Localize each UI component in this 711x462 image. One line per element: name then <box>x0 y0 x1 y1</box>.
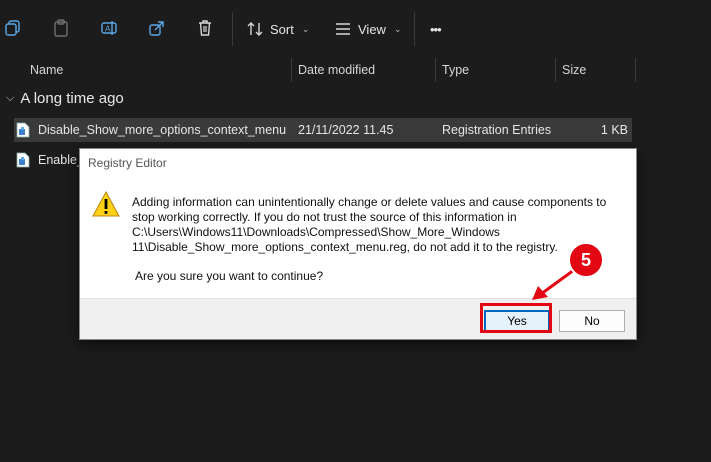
dialog-message-line: stop working correctly. If you do not tr… <box>132 210 517 224</box>
group-header[interactable]: ⌵ A long time ago <box>6 90 124 107</box>
file-name: Enable_ <box>38 153 84 167</box>
column-divider[interactable] <box>635 58 636 82</box>
chevron-down-icon: ⌄ <box>393 23 402 34</box>
toolbar-divider <box>414 12 415 46</box>
sort-icon <box>247 22 263 36</box>
file-date: 21/11/2022 11.45 <box>298 123 394 137</box>
rename-icon[interactable]: A <box>98 17 120 39</box>
delete-icon[interactable] <box>194 17 216 39</box>
chevron-down-icon: ⌄ <box>301 23 310 34</box>
registry-editor-dialog: Registry Editor Adding information can u… <box>79 148 637 340</box>
column-date-modified[interactable]: Date modified <box>292 58 375 82</box>
registry-file-icon <box>16 122 30 138</box>
column-name[interactable]: Name <box>24 58 63 82</box>
view-button[interactable]: View ⌄ <box>334 14 402 44</box>
column-headers: Name Date modified Type Size <box>0 58 711 82</box>
dialog-message-line: Adding information can unintentionally c… <box>132 195 607 209</box>
sort-label: Sort <box>270 21 294 37</box>
dialog-footer: Yes No <box>80 298 636 339</box>
sort-button[interactable]: Sort ⌄ <box>246 14 309 44</box>
column-type[interactable]: Type <box>436 58 469 82</box>
more-icon: ••• <box>430 21 442 37</box>
copy-icon[interactable] <box>2 17 24 39</box>
file-name: Disable_Show_more_options_context_menu <box>38 123 287 137</box>
dialog-message: Adding information can unintentionally c… <box>132 195 622 255</box>
file-row[interactable]: Disable_Show_more_options_context_menu 2… <box>14 118 632 142</box>
svg-text:A: A <box>105 25 111 34</box>
dialog-message-line: 11\Disable_Show_more_options_context_men… <box>132 240 558 254</box>
toolbar-divider <box>232 12 233 46</box>
registry-file-icon <box>16 152 30 168</box>
file-size: 1 KB <box>600 123 628 137</box>
more-options-button[interactable]: ••• <box>430 14 442 44</box>
file-type: Registration Entries <box>442 123 552 137</box>
view-label: View <box>358 21 386 37</box>
dialog-question: Are you sure you want to continue? <box>135 269 324 283</box>
no-button[interactable]: No <box>559 310 625 332</box>
chevron-down-icon: ⌵ <box>6 92 15 104</box>
group-label: A long time ago <box>20 90 124 107</box>
step-badge: 5 <box>568 242 604 278</box>
paste-icon[interactable] <box>50 17 72 39</box>
dialog-title: Registry Editor <box>88 156 167 170</box>
yes-button-highlight <box>480 303 552 333</box>
command-bar: A Sort ⌄ View ⌄ ••• <box>0 0 711 58</box>
dialog-message-line: C:\Users\Windows11\Downloads\Compressed\… <box>132 225 500 239</box>
warning-icon <box>92 190 120 217</box>
view-icon <box>336 23 350 35</box>
column-size[interactable]: Size <box>556 58 586 82</box>
share-icon[interactable] <box>146 17 168 39</box>
